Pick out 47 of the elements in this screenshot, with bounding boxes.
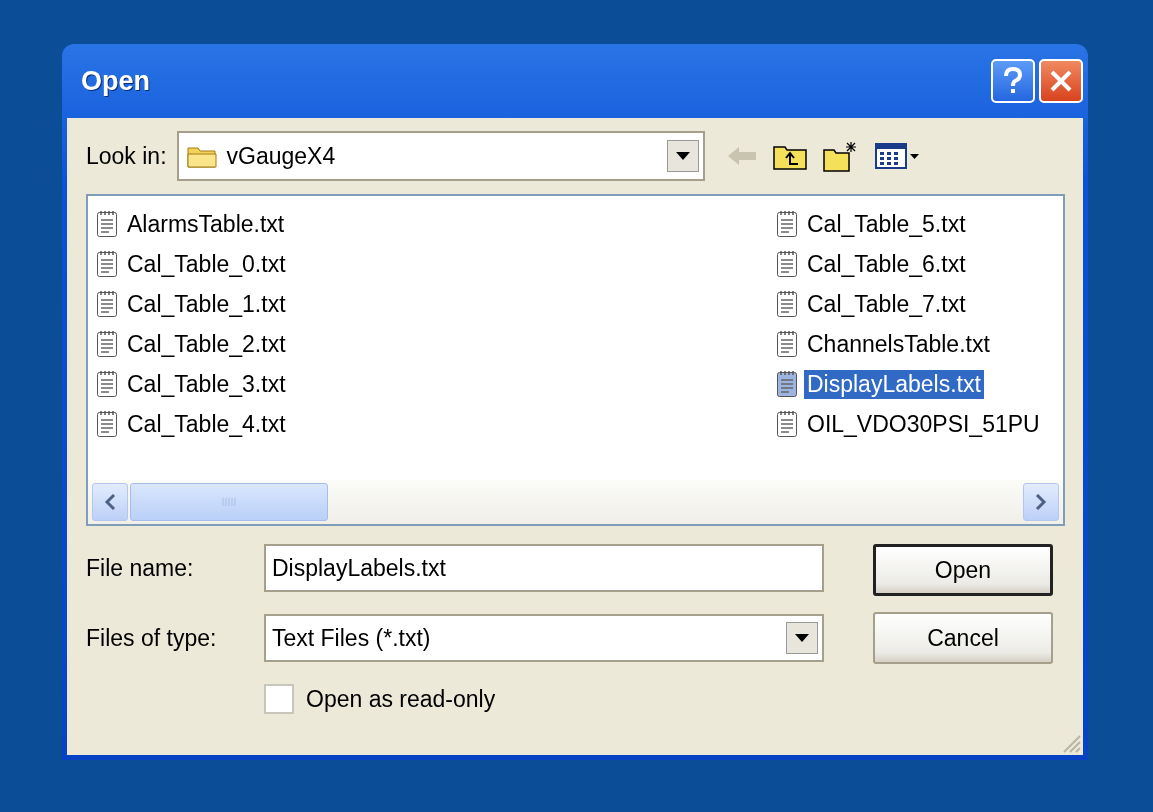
text-file-icon <box>776 210 798 238</box>
file-item[interactable]: DisplayLabels.txt <box>776 364 1063 404</box>
close-button[interactable] <box>1039 59 1083 103</box>
file-item[interactable]: AlarmsTable.txt <box>96 204 776 244</box>
file-name-field[interactable]: DisplayLabels.txt <box>264 544 824 592</box>
dropdown-arrow-icon <box>795 634 809 642</box>
file-item[interactable]: Cal_Table_4.txt <box>96 404 776 444</box>
view-menu-icon[interactable] <box>874 143 921 169</box>
cancel-button[interactable]: Cancel <box>873 612 1053 664</box>
text-file-icon <box>96 210 118 238</box>
text-file-icon <box>96 330 118 358</box>
scrollbar-thumb[interactable] <box>130 483 328 521</box>
scroll-left-icon[interactable] <box>104 494 116 510</box>
file-item[interactable]: Cal_Table_6.txt <box>776 244 1063 284</box>
open-button[interactable]: Open <box>873 544 1053 596</box>
window-title: Open <box>81 65 150 97</box>
text-file-icon <box>96 370 118 398</box>
file-item[interactable]: Cal_Table_7.txt <box>776 284 1063 324</box>
look-in-dropdown[interactable]: vGaugeX4 <box>176 131 705 181</box>
file-item[interactable]: Cal_Table_0.txt <box>96 244 776 284</box>
text-file-icon <box>776 250 798 278</box>
text-file-icon <box>776 370 798 398</box>
file-item[interactable]: OIL_VDO30PSI_51PU <box>776 404 1063 444</box>
file-name-label: File name: <box>86 554 195 582</box>
text-file-icon <box>96 290 118 318</box>
file-item[interactable]: Cal_Table_3.txt <box>96 364 776 404</box>
horizontal-scrollbar[interactable] <box>88 480 1063 524</box>
dropdown-arrow-icon <box>675 152 690 160</box>
read-only-checkbox[interactable] <box>264 684 294 714</box>
text-file-icon <box>776 410 798 438</box>
file-item[interactable]: Cal_Table_5.txt <box>776 204 1063 244</box>
file-item[interactable]: ChannelsTable.txt <box>776 324 1063 364</box>
help-button[interactable] <box>991 59 1035 103</box>
file-item[interactable]: Cal_Table_2.txt <box>96 324 776 364</box>
look-in-label: Look in: <box>86 142 167 170</box>
scroll-right-icon[interactable] <box>1035 494 1047 510</box>
text-file-icon <box>96 410 118 438</box>
text-file-icon <box>776 290 798 318</box>
read-only-label: Open as read-only <box>306 685 496 713</box>
text-file-icon <box>96 250 118 278</box>
file-type-label: Files of type: <box>86 624 218 652</box>
file-item[interactable]: Cal_Table_1.txt <box>96 284 776 324</box>
folder-icon <box>186 144 217 168</box>
close-icon <box>1048 68 1074 94</box>
file-type-dropdown[interactable]: Text Files (*.txt) <box>264 614 824 662</box>
text-file-icon <box>776 330 798 358</box>
new-folder-icon[interactable] <box>822 140 859 172</box>
